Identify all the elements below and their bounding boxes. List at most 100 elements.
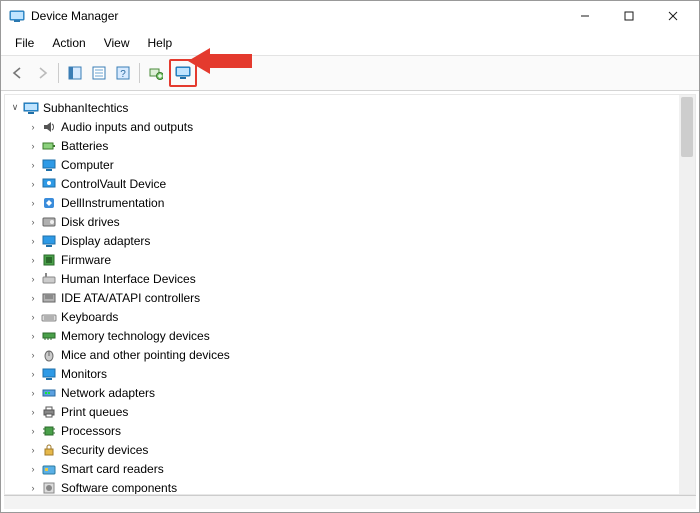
expand-icon[interactable]: ›	[27, 197, 39, 209]
device-category-icon	[41, 214, 57, 230]
help-icon: ?	[116, 66, 130, 80]
tree-node[interactable]: ›Batteries	[9, 136, 695, 155]
tree-node[interactable]: ›Disk drives	[9, 212, 695, 231]
menu-help[interactable]: Help	[140, 33, 181, 53]
tree-node-label: Security devices	[61, 443, 148, 457]
tree-node-label: DellInstrumentation	[61, 196, 164, 210]
tree-node[interactable]: ›IDE ATA/ATAPI controllers	[9, 288, 695, 307]
device-category-icon	[41, 366, 57, 382]
menu-file[interactable]: File	[7, 33, 42, 53]
tree-node-label: Software components	[61, 481, 177, 495]
tree-pane-icon	[68, 66, 82, 80]
tree-root-label: SubhanItechtics	[43, 101, 128, 115]
expand-icon[interactable]: ›	[27, 349, 39, 361]
device-category-icon	[41, 233, 57, 249]
expand-icon[interactable]: ›	[27, 292, 39, 304]
arrow-right-icon	[35, 66, 49, 80]
vertical-scrollbar[interactable]	[679, 95, 695, 494]
show-hide-tree-button[interactable]	[64, 62, 86, 84]
tree-node-label: Audio inputs and outputs	[61, 120, 193, 134]
expand-icon[interactable]: ›	[27, 178, 39, 190]
expand-icon[interactable]: ›	[27, 273, 39, 285]
window-title: Device Manager	[31, 9, 563, 23]
content-area: ∨ SubhanItechtics › Audio inputs and outp…	[1, 91, 699, 512]
device-category-icon	[41, 385, 57, 401]
tree-node[interactable]: › Audio inputs and outputs	[9, 117, 695, 136]
maximize-button[interactable]	[607, 2, 651, 30]
tree-node[interactable]: ›Mice and other pointing devices	[9, 345, 695, 364]
tree-node-label: Smart card readers	[61, 462, 164, 476]
expand-icon[interactable]: ›	[27, 235, 39, 247]
tree-node[interactable]: ›Monitors	[9, 364, 695, 383]
device-category-icon	[41, 176, 57, 192]
tree-node[interactable]: › Keyboards	[9, 307, 695, 326]
device-category-icon	[41, 309, 57, 325]
menu-action[interactable]: Action	[44, 33, 93, 53]
title-bar: Device Manager	[1, 1, 699, 31]
expand-icon[interactable]: ›	[27, 216, 39, 228]
forward-button[interactable]	[31, 62, 53, 84]
scrollbar-thumb[interactable]	[681, 97, 693, 157]
tree-node-label: Network adapters	[61, 386, 155, 400]
toolbar: ?	[1, 56, 699, 91]
expand-icon[interactable]: ›	[27, 254, 39, 266]
toolbar-separator	[139, 63, 140, 83]
close-button[interactable]	[651, 2, 695, 30]
tree-node[interactable]: › Print queues	[9, 402, 695, 421]
tree-node-label: Keyboards	[61, 310, 118, 324]
tree-root-row[interactable]: ∨ SubhanItechtics	[9, 98, 695, 117]
expand-icon[interactable]: ›	[27, 140, 39, 152]
monitor-icon	[175, 65, 191, 81]
device-category-icon	[41, 480, 57, 496]
status-bar	[4, 495, 696, 509]
help-button[interactable]: ?	[112, 62, 134, 84]
tree-node[interactable]: › Computer	[9, 155, 695, 174]
tree-node[interactable]: › Memory technology devices	[9, 326, 695, 345]
tree-node[interactable]: ›Firmware	[9, 250, 695, 269]
expand-icon[interactable]: ›	[27, 387, 39, 399]
menu-bar: File Action View Help	[1, 31, 699, 56]
tree-node-label: Human Interface Devices	[61, 272, 196, 286]
tree-node[interactable]: ›Processors	[9, 421, 695, 440]
expand-icon[interactable]: ›	[27, 406, 39, 418]
tree-node-label: ControlVault Device	[61, 177, 166, 191]
tree-node[interactable]: › DellInstrumentation	[9, 193, 695, 212]
menu-view[interactable]: View	[96, 33, 138, 53]
tree-node[interactable]: › Security devices	[9, 440, 695, 459]
expand-icon[interactable]: ›	[27, 482, 39, 494]
show-hidden-devices-button[interactable]	[172, 62, 194, 84]
tree-node-label: Display adapters	[61, 234, 150, 248]
expand-icon[interactable]: ›	[27, 330, 39, 342]
device-category-icon	[41, 442, 57, 458]
tree-node[interactable]: › Smart card readers	[9, 459, 695, 478]
toolbar-separator	[58, 63, 59, 83]
expand-icon[interactable]: ›	[27, 425, 39, 437]
tree-node[interactable]: › Software components	[9, 478, 695, 495]
device-tree[interactable]: ∨ SubhanItechtics › Audio inputs and outp…	[4, 94, 696, 495]
device-category-icon	[41, 328, 57, 344]
expand-icon[interactable]: ›	[27, 444, 39, 456]
expand-icon[interactable]: ›	[27, 121, 39, 133]
properties-button[interactable]	[88, 62, 110, 84]
expand-icon[interactable]: ›	[27, 463, 39, 475]
tree-node[interactable]: › Human Interface Devices	[9, 269, 695, 288]
tree-node[interactable]: › ControlVault Device	[9, 174, 695, 193]
expand-icon[interactable]: ›	[27, 368, 39, 380]
tree-node[interactable]: › Display adapters	[9, 231, 695, 250]
tree-node[interactable]: › Network adapters	[9, 383, 695, 402]
collapse-icon[interactable]: ∨	[9, 102, 21, 114]
device-category-icon	[41, 347, 57, 363]
tree-node-label: Print queues	[61, 405, 128, 419]
back-button[interactable]	[7, 62, 29, 84]
expand-icon[interactable]: ›	[27, 159, 39, 171]
scan-hardware-button[interactable]	[145, 62, 167, 84]
tree-node-label: Memory technology devices	[61, 329, 210, 343]
device-category-icon	[41, 290, 57, 306]
device-category-icon	[41, 138, 57, 154]
scan-icon	[149, 66, 163, 80]
minimize-button[interactable]	[563, 2, 607, 30]
device-category-icon	[41, 461, 57, 477]
arrow-left-icon	[11, 66, 25, 80]
expand-icon[interactable]: ›	[27, 311, 39, 323]
tree-node-label: Computer	[61, 158, 114, 172]
